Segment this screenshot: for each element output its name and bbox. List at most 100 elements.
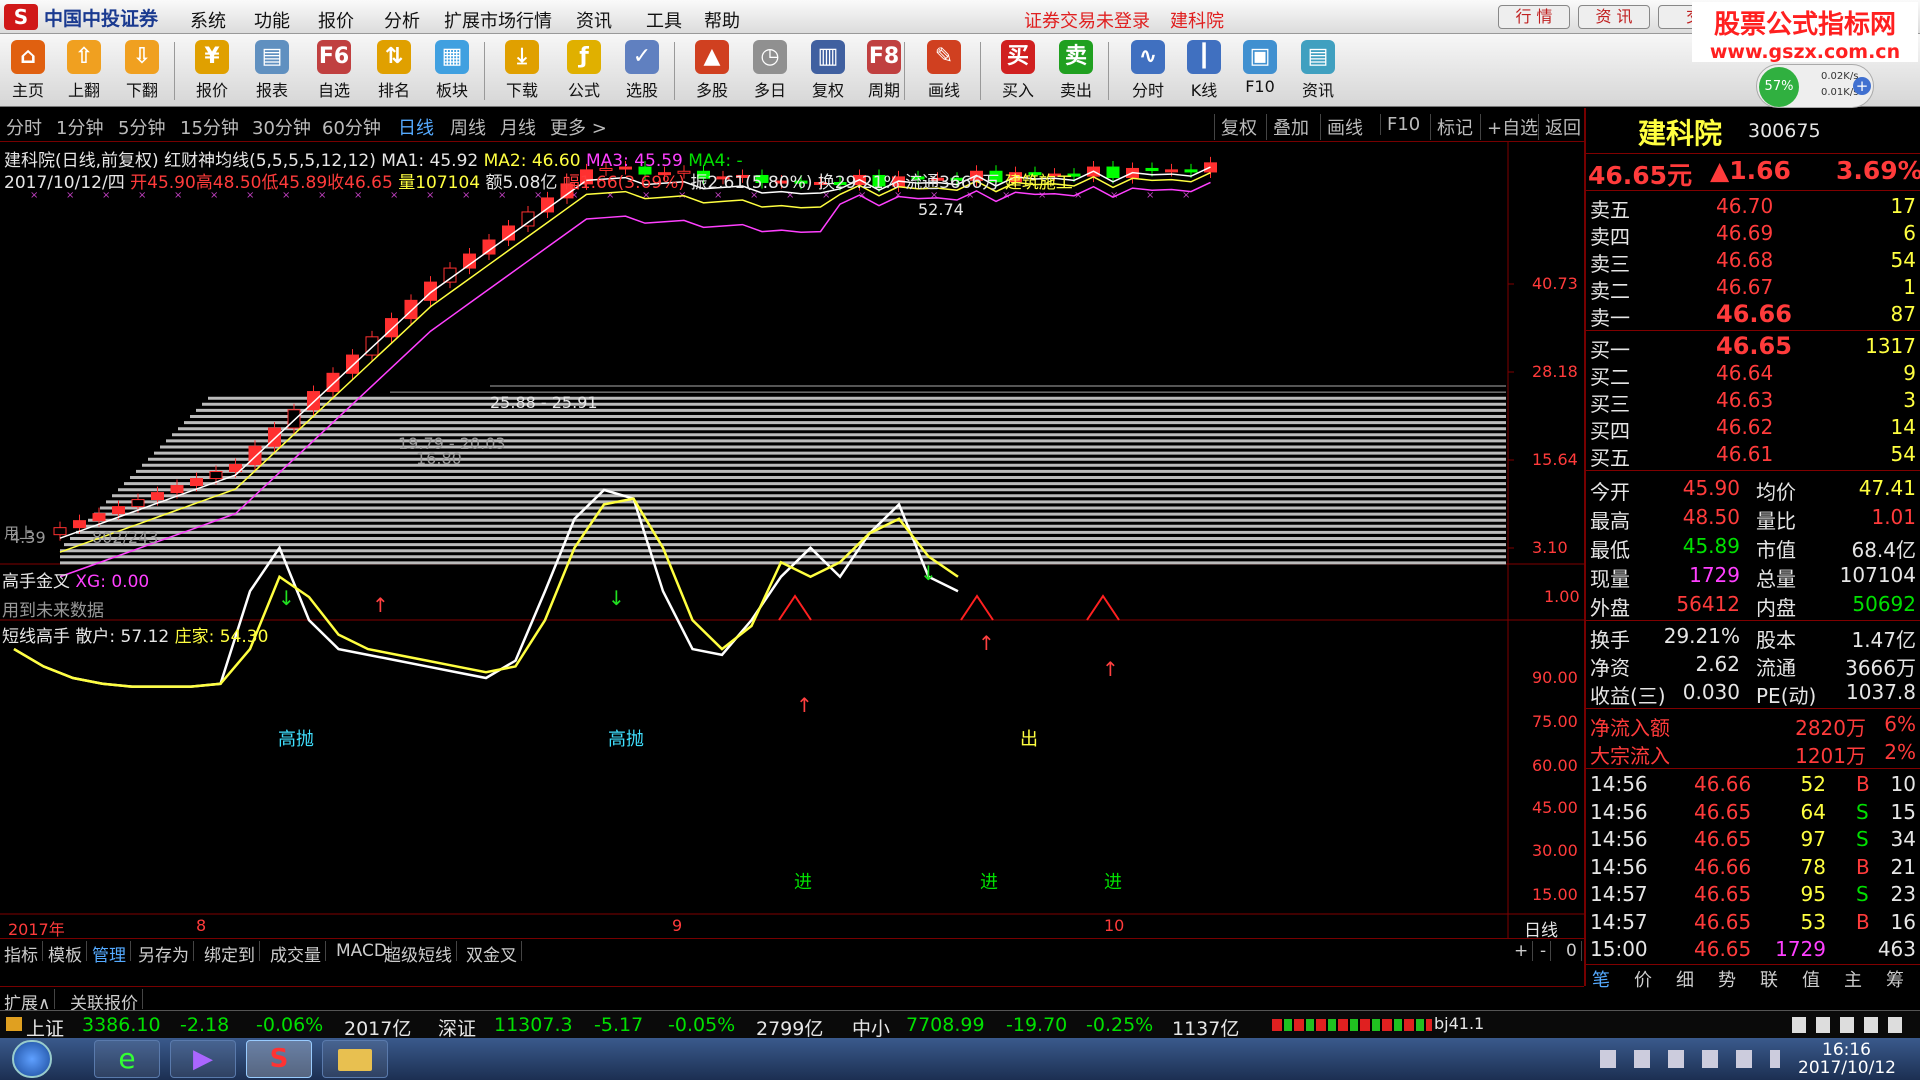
top-tab-1[interactable]: 资 讯 — [1578, 5, 1650, 29]
toolbar-button-16[interactable]: 买买入 — [990, 38, 1046, 104]
sell-arrow-icon: ↓ — [278, 586, 295, 610]
period-tab-3[interactable]: 15分钟 — [180, 114, 239, 140]
menu-item-2[interactable]: 报价 — [318, 7, 354, 33]
toolbar-button-11[interactable]: ▲ 多股 — [684, 38, 740, 104]
quote-tab-1[interactable]: 价 — [1634, 966, 1652, 992]
zoom-button-0[interactable]: + — [1510, 941, 1534, 961]
toolbar-button-0[interactable]: ⌂ 主页 — [0, 38, 56, 104]
clock-date[interactable]: 2017/10/12 — [1798, 1058, 1896, 1078]
bid-row[interactable]: 买五 46.61 54 — [1586, 442, 1920, 470]
toolbar-button-21[interactable]: ▤ 资讯 — [1290, 38, 1346, 104]
toolbar-button-14[interactable]: F8 周期 — [856, 38, 912, 104]
zoom-button-2[interactable]: 0 — [1562, 941, 1582, 961]
period-tab-5[interactable]: 60分钟 — [322, 114, 381, 140]
bid-row[interactable]: 买三 46.63 3 — [1586, 388, 1920, 416]
chart-tool-4[interactable]: 标记 — [1430, 114, 1473, 140]
ask-row[interactable]: 卖一 46.66 87 — [1586, 300, 1920, 330]
toolbar-button-13[interactable]: ▥ 复权 — [800, 38, 856, 104]
chart-tool-0[interactable]: 复权 — [1214, 114, 1257, 140]
period-tab-4[interactable]: 30分钟 — [252, 114, 311, 140]
period-tab-6[interactable]: 日线 — [398, 114, 434, 140]
quote-tab-0[interactable]: 笔 — [1592, 966, 1610, 992]
chart-tool-3[interactable]: F10 — [1380, 114, 1420, 135]
toolbar-button-19[interactable]: ┃ K线 — [1176, 38, 1232, 104]
menu-item-0[interactable]: 系统 — [190, 7, 226, 33]
quote-tab-7[interactable]: 筹 — [1886, 966, 1904, 992]
extend-tab-1[interactable]: 关联报价 — [66, 989, 143, 1014]
menu-item-5[interactable]: 资讯 — [576, 7, 612, 33]
indicator-tab-7[interactable]: 超级短线 — [380, 941, 457, 966]
top-tab-0[interactable]: 行 情 — [1498, 5, 1570, 29]
toolbar-button-15[interactable]: ✎ 画线 — [916, 38, 972, 104]
quote-tab-2[interactable]: 细 — [1676, 966, 1694, 992]
indicator-tab-3[interactable]: 另存为 — [134, 941, 194, 966]
status-menu-icon[interactable] — [6, 1017, 22, 1031]
toolbar-button-3[interactable]: ¥ 报价 — [184, 38, 240, 104]
sh-index-name[interactable]: 上证 — [26, 1014, 64, 1041]
toolbar-button-1[interactable]: ⇧ 上翻 — [56, 38, 112, 104]
indicator-tab-8[interactable]: 双金叉 — [462, 941, 522, 966]
ie-icon[interactable]: e — [94, 1040, 160, 1078]
toolbar-button-17[interactable]: 卖卖出 — [1048, 38, 1104, 104]
period-tab-1[interactable]: 1分钟 — [56, 114, 103, 140]
indicator-tab-1[interactable]: 模板 — [44, 941, 87, 966]
ask-label: 卖二 — [1590, 279, 1630, 303]
toolbar-button-9[interactable]: ƒ 公式 — [556, 38, 612, 104]
period-tab-8[interactable]: 月线 — [500, 114, 536, 140]
quote-tab-6[interactable]: 主 — [1844, 966, 1862, 992]
toolbar-button-2[interactable]: ⇩ 下翻 — [114, 38, 170, 104]
indicator-tab-5[interactable]: 成交量 — [266, 941, 326, 966]
trading-app-icon[interactable]: S — [246, 1040, 312, 1078]
quote-tab-3[interactable]: 势 — [1718, 966, 1736, 992]
toolbar-button-4[interactable]: ▤ 报表 — [244, 38, 300, 104]
add-icon[interactable]: + — [1853, 77, 1871, 95]
ask-row[interactable]: 卖四 46.69 6 — [1586, 221, 1920, 249]
toolbar-button-20[interactable]: ▣ F10 — [1232, 38, 1288, 104]
indicator-tab-2[interactable]: 管理 — [88, 941, 131, 966]
toolbar-button-6[interactable]: ⇅ 排名 — [366, 38, 422, 104]
clock-time[interactable]: 16:16 — [1822, 1040, 1871, 1060]
bid-row[interactable]: 买二 46.64 9 — [1586, 361, 1920, 389]
period-tab-9[interactable]: 更多 > — [550, 114, 607, 140]
bid-row[interactable]: 买一 46.65 1317 — [1586, 332, 1920, 362]
ask-row[interactable]: 卖五 46.70 17 — [1586, 194, 1920, 222]
folder-icon[interactable] — [322, 1040, 388, 1078]
indicator-tab-0[interactable]: 指标 — [0, 941, 43, 966]
ask-row[interactable]: 卖二 46.67 1 — [1586, 275, 1920, 303]
chart-tool-6[interactable]: 返回 — [1538, 114, 1581, 140]
chart-tool-1[interactable]: 叠加 — [1266, 114, 1309, 140]
zoom-button-1[interactable]: - — [1536, 941, 1552, 961]
toolbar-button-8[interactable]: ⤓ 下载 — [494, 38, 550, 104]
period-tab-7[interactable]: 周线 — [450, 114, 486, 140]
toolbar-button-12[interactable]: ◷ 多日 — [742, 38, 798, 104]
extend-tab-0[interactable]: 扩展∧ — [0, 989, 56, 1014]
quote-tab-5[interactable]: 值 — [1802, 966, 1820, 992]
gold-cross-header: 高手金叉 XG: 0.00 — [2, 567, 149, 592]
menu-item-3[interactable]: 分析 — [384, 7, 420, 33]
bid-row[interactable]: 买四 46.62 14 — [1586, 415, 1920, 443]
period-tab-2[interactable]: 5分钟 — [118, 114, 165, 140]
menu-item-4[interactable]: 扩展市场行情 — [444, 7, 552, 33]
menu-item-1[interactable]: 功能 — [254, 7, 290, 33]
tray-icons[interactable] — [1600, 1050, 1780, 1068]
toolbar-button-10[interactable]: ✓ 选股 — [614, 38, 670, 104]
media-player-icon[interactable]: ▶ — [170, 1040, 236, 1078]
chart-tool-2[interactable]: 画线 — [1320, 114, 1363, 140]
kline-icon: ┃ — [1187, 40, 1221, 74]
indicator-tab-4[interactable]: 绑定到 — [200, 941, 260, 966]
toolbar-button-5[interactable]: F6 自选 — [306, 38, 362, 104]
chart-tool-5[interactable]: +自选 — [1480, 114, 1538, 140]
zx-index-name[interactable]: 中小 — [852, 1014, 890, 1041]
sz-index-name[interactable]: 深证 — [438, 1014, 476, 1041]
toolbar-button-7[interactable]: ▦ 板块 — [424, 38, 480, 104]
toolbar-label: 主页 — [11, 81, 44, 100]
tick-volume: 64 — [1800, 799, 1826, 824]
market-breadth-bars — [1272, 1019, 1432, 1031]
menu-item-6[interactable]: 工具 — [646, 7, 682, 33]
toolbar-button-18[interactable]: ∿ 分时 — [1120, 38, 1176, 104]
start-button-icon[interactable] — [12, 1040, 52, 1078]
ask-row[interactable]: 卖三 46.68 54 — [1586, 248, 1920, 276]
quote-tab-4[interactable]: 联 — [1760, 966, 1778, 992]
period-tab-0[interactable]: 分时 — [6, 114, 42, 140]
menu-item-7[interactable]: 帮助 — [704, 7, 740, 33]
